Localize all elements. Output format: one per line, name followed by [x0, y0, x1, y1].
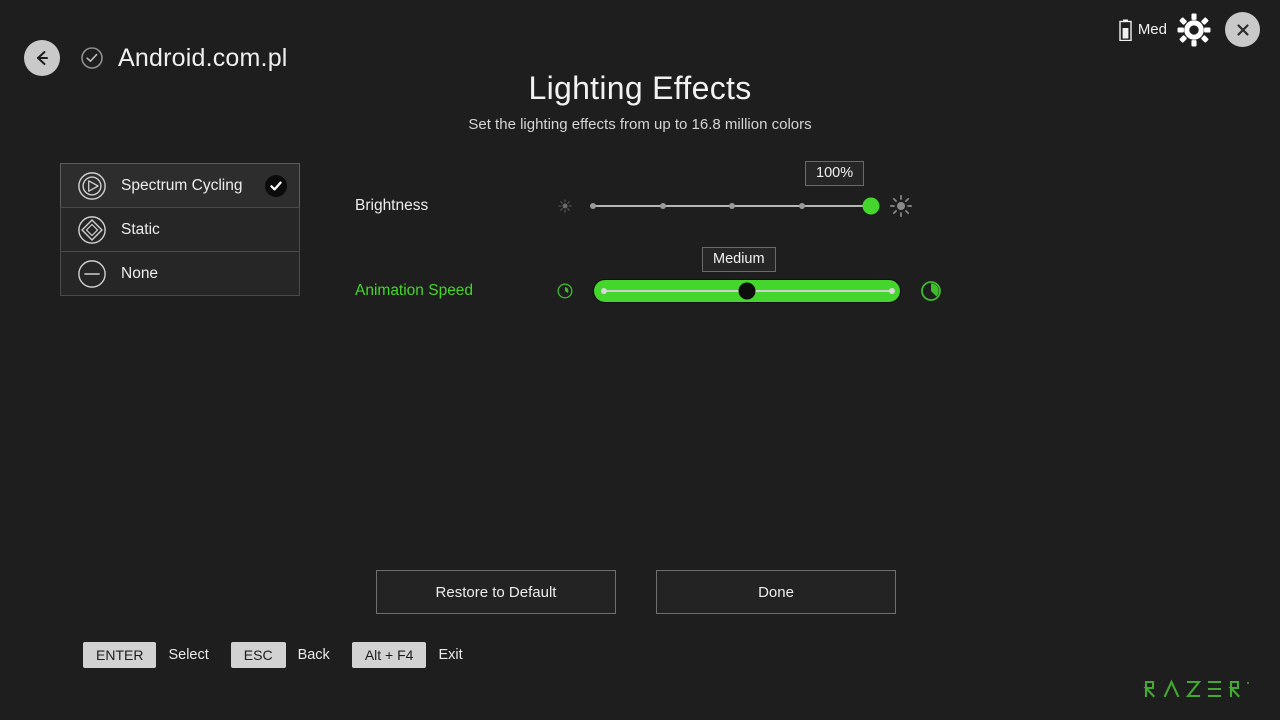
effect-label: Spectrum Cycling: [121, 176, 243, 194]
key-badge-enter: ENTER: [83, 642, 157, 669]
battery-label: Med: [1137, 21, 1167, 38]
gear-icon[interactable]: [1177, 13, 1211, 47]
none-icon: [78, 259, 106, 288]
razer-wordmark-icon: [1143, 679, 1249, 698]
animation-speed-slider[interactable]: Medium: [593, 247, 901, 303]
effect-label: None: [121, 264, 159, 282]
spectrum-cycling-icon: [78, 171, 106, 200]
battery-status: Med: [1119, 19, 1167, 41]
effect-item-spectrum-cycling[interactable]: Spectrum Cycling: [60, 163, 300, 208]
app-window: Android.com.pl Med Lighting Effects Set …: [0, 0, 1280, 720]
brightness-value-tooltip: 100%: [805, 161, 865, 186]
brightness-high-icon: [889, 194, 913, 218]
key-action-exit: Exit: [438, 647, 463, 664]
brightness-thumb[interactable]: [862, 197, 880, 215]
page-title: Lighting Effects: [528, 70, 752, 106]
verified-check-icon: [81, 47, 103, 69]
page-subtitle: Set the lighting effects from up to 16.8…: [468, 116, 812, 133]
restore-to-default-button[interactable]: Restore to Default: [376, 570, 616, 614]
brightness-tick: [659, 203, 666, 209]
back-arrow-icon: [37, 51, 48, 65]
animation-speed-row: Animation Speed Medium: [355, 247, 943, 303]
speed-fast-clock-icon: [921, 281, 941, 301]
key-hints: ENTER Select ESC Back Alt + F4 Exit: [83, 642, 463, 669]
done-button[interactable]: Done: [656, 570, 896, 614]
razer-logo: [1143, 678, 1255, 705]
selected-check-icon: [265, 174, 287, 197]
battery-icon: [1119, 19, 1132, 41]
animation-speed-tick: [889, 288, 895, 294]
brightness-row: Brightness 100%: [355, 161, 913, 218]
key-badge-esc: ESC: [230, 642, 286, 669]
brightness-tick: [590, 203, 596, 209]
speed-slow-clock-icon: [557, 283, 573, 299]
effect-item-static[interactable]: Static: [60, 207, 300, 252]
brightness-tick: [729, 203, 735, 209]
brightness-slider[interactable]: 100%: [590, 161, 880, 216]
animation-speed-tick: [601, 288, 607, 294]
topbar-right: Med: [1119, 12, 1260, 47]
close-button[interactable]: [1225, 12, 1260, 47]
brightness-tick: [798, 203, 805, 209]
animation-speed-thumb[interactable]: [738, 282, 756, 300]
effects-list: Spectrum Cycling Static None: [60, 163, 300, 296]
key-action-select: Select: [168, 647, 209, 664]
animation-speed-label: Animation Speed: [355, 282, 474, 299]
key-action-back: Back: [297, 647, 330, 664]
effect-label: Static: [121, 220, 160, 238]
key-badge-alt-f4: Alt + F4: [351, 642, 427, 669]
site-title: Android.com.pl: [118, 43, 288, 72]
brightness-label: Brightness: [355, 197, 429, 214]
close-icon: [1236, 23, 1249, 36]
static-icon: [78, 215, 106, 244]
effect-item-none[interactable]: None: [60, 251, 300, 296]
animation-speed-value-tooltip: Medium: [702, 247, 776, 272]
brightness-low-icon: [558, 199, 572, 213]
